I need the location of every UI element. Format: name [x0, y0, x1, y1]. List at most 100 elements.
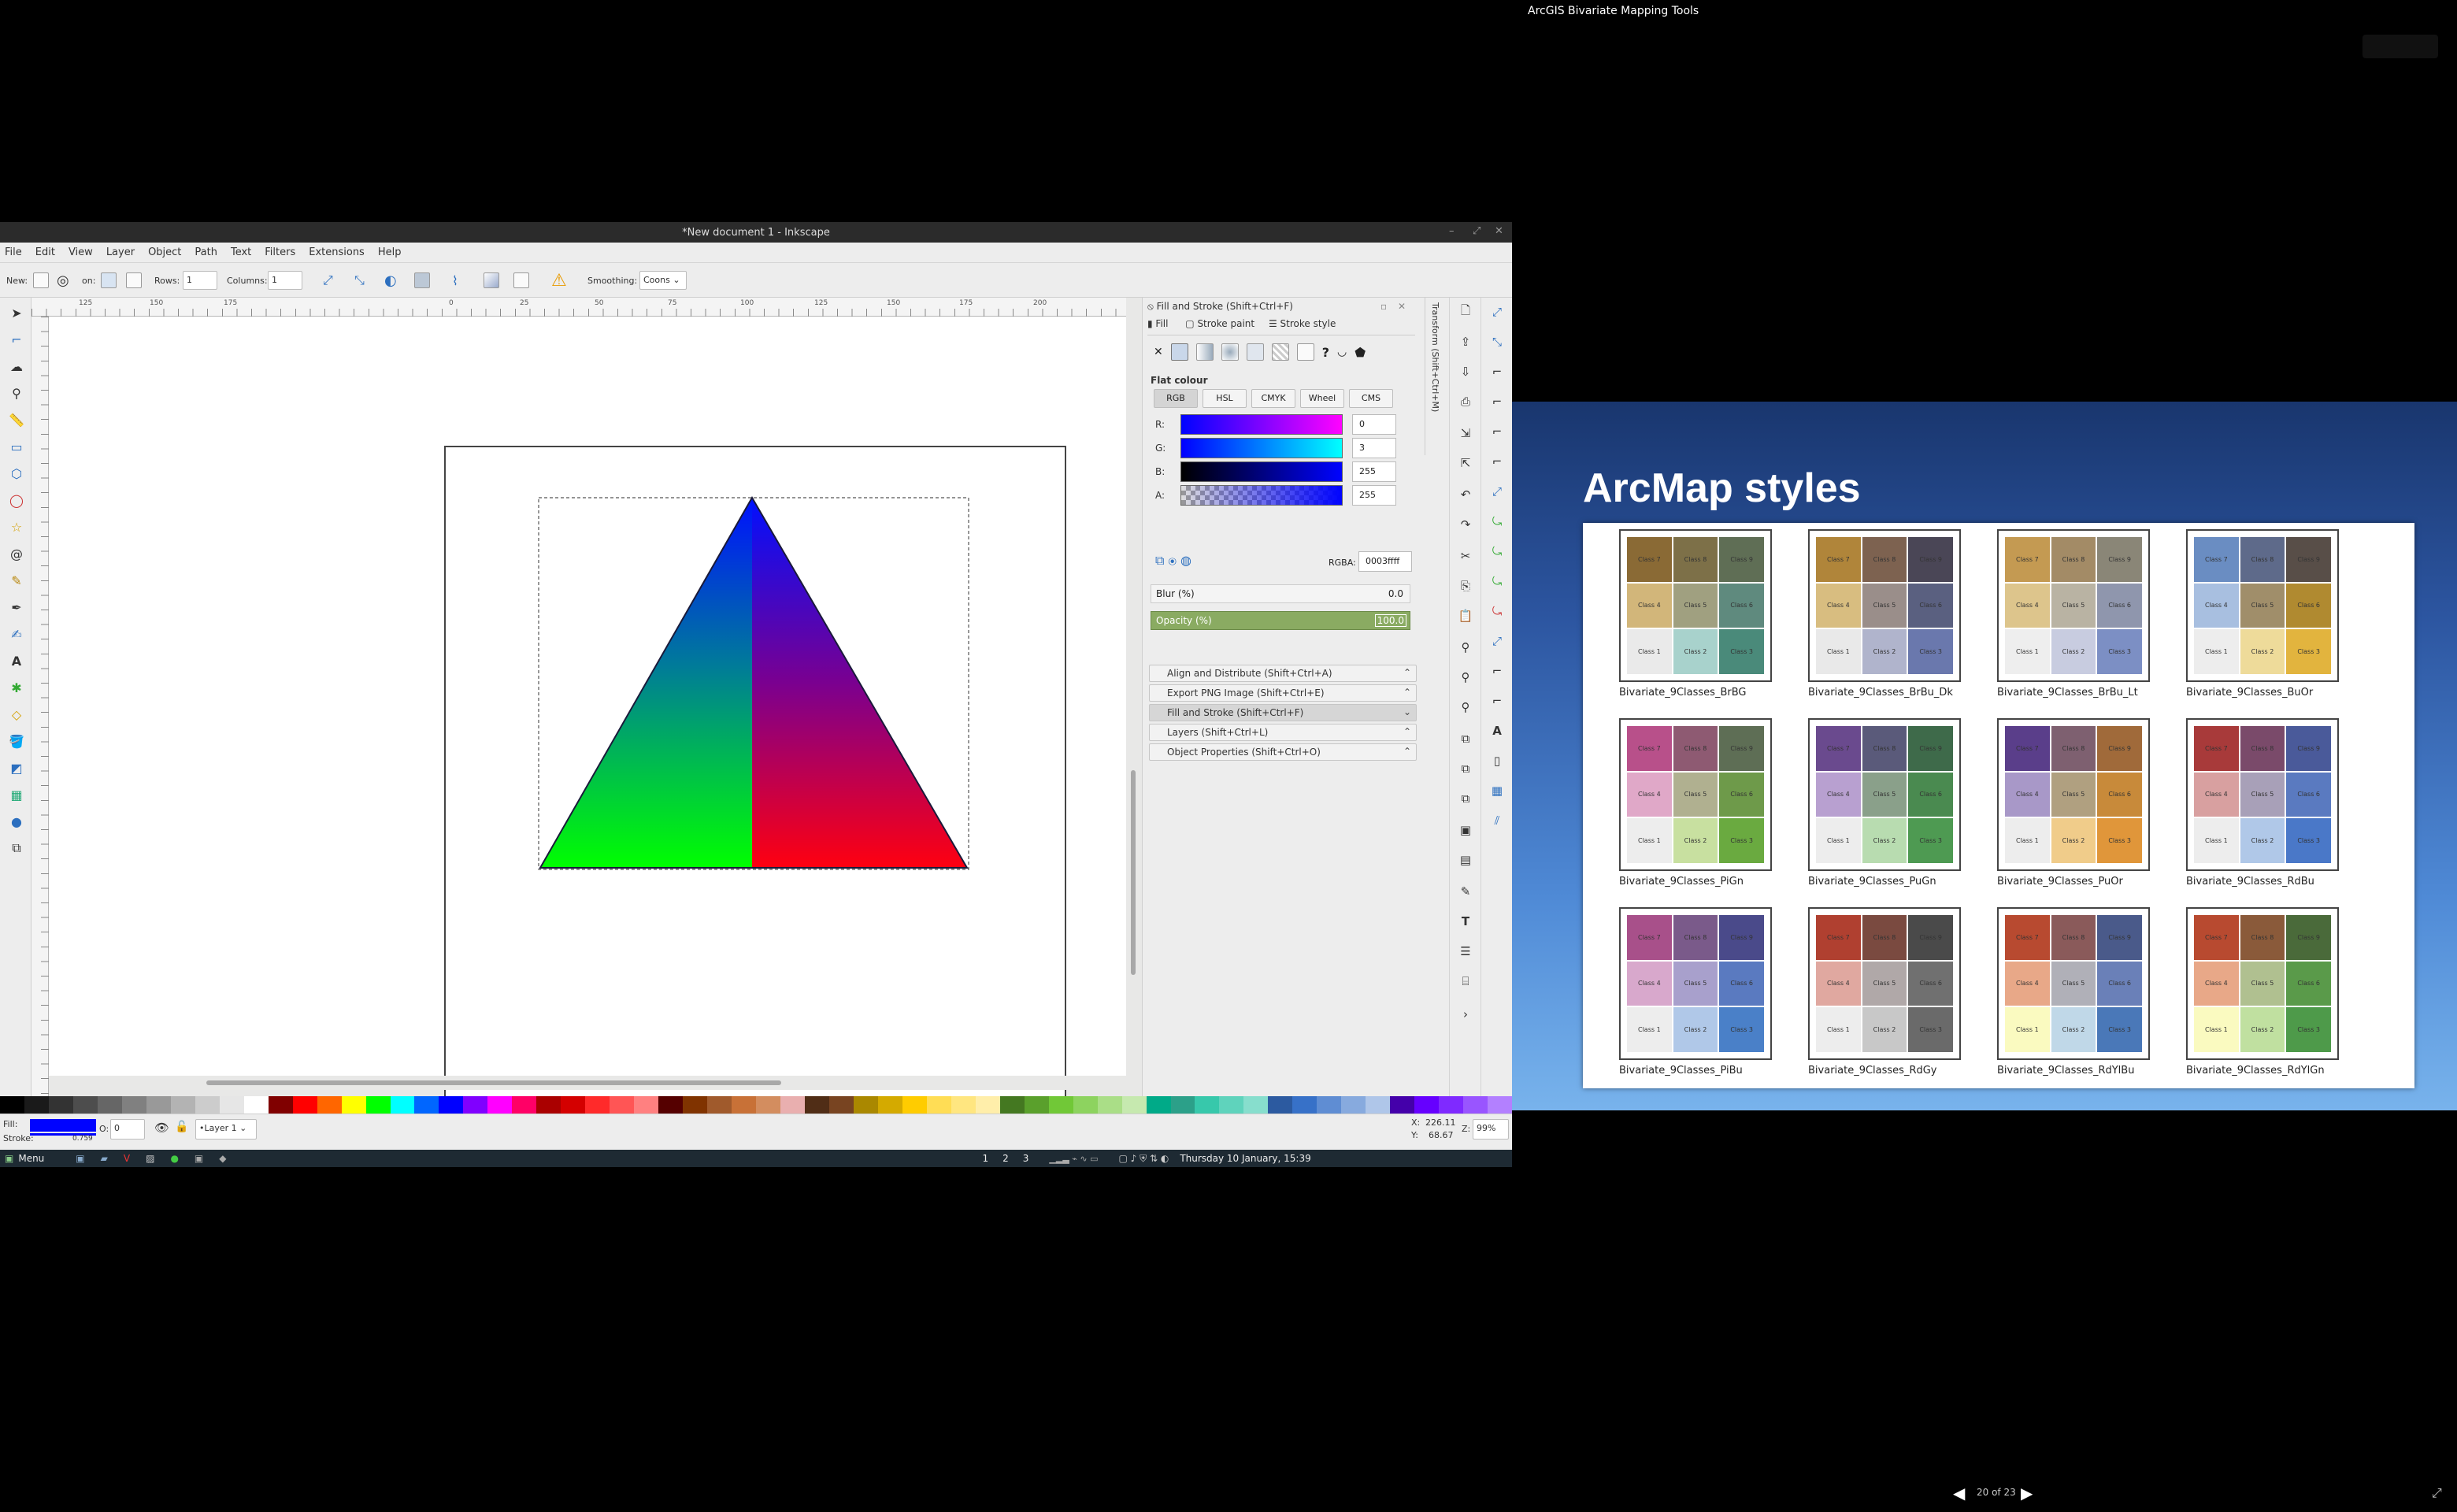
mode-rgb[interactable]: RGB [1154, 389, 1198, 408]
unset-icon[interactable]: ? [1322, 345, 1329, 360]
close-icon[interactable]: ✕ [1495, 225, 1503, 237]
palette-swatch[interactable] [341, 1096, 366, 1114]
menu-path[interactable]: Path [195, 246, 217, 258]
menu-edit[interactable]: Edit [35, 246, 55, 258]
calligraphy-tool-icon[interactable]: ✍ [8, 625, 25, 643]
pen-tool-icon[interactable]: ✒ [8, 598, 25, 616]
vertical-scrollbar[interactable] [1126, 298, 1142, 1085]
fullscreen-icon[interactable]: ⤢ [2432, 1485, 2442, 1501]
color-managed-icon[interactable]: ⧉ ⦿ ◍ [1155, 553, 1191, 569]
zoom-drawing-icon[interactable]: ⚲ [1458, 669, 1473, 685]
palette-swatch[interactable] [317, 1096, 342, 1114]
fill-rule-nonzero-icon[interactable]: ⬟ [1354, 345, 1366, 360]
palette-swatch[interactable] [975, 1096, 1000, 1114]
palette-swatch[interactable] [1073, 1096, 1098, 1114]
copy-icon[interactable]: ⎘ [1458, 578, 1473, 594]
pick-colors-icon[interactable] [484, 272, 499, 288]
cut-icon[interactable]: ✂ [1458, 548, 1473, 564]
ungroup-icon[interactable]: ▤ [1458, 852, 1473, 868]
opacity-slider[interactable]: Opacity (%) 100.0 [1151, 611, 1410, 630]
r-slider[interactable] [1180, 414, 1343, 435]
palette-swatch[interactable] [877, 1096, 902, 1114]
fill-target-button[interactable] [101, 272, 117, 288]
tab-stroke-style[interactable]: ☰ Stroke style [1269, 318, 1336, 329]
palette-swatch[interactable] [1097, 1096, 1122, 1114]
pattern-icon[interactable] [1271, 343, 1289, 361]
edit-fill-icon[interactable]: ⤢ [323, 271, 333, 290]
lock-icon[interactable]: 🔓 [175, 1121, 188, 1133]
snap-object-midpoint-icon[interactable]: ⌐ [1489, 663, 1505, 679]
panel-object-properties[interactable]: Object Properties (Shift+Ctrl+O) ⌃ [1149, 743, 1417, 761]
palette-swatch[interactable] [902, 1096, 927, 1114]
scale-mesh-icon[interactable] [513, 272, 529, 288]
palette-swatch[interactable] [585, 1096, 610, 1114]
g-slider[interactable] [1180, 438, 1343, 458]
minimize-icon[interactable]: – [1449, 225, 1455, 237]
palette-swatch[interactable] [780, 1096, 805, 1114]
rows-input[interactable]: 1 [183, 271, 217, 290]
menu-help[interactable]: Help [378, 246, 402, 258]
palette-swatch[interactable] [414, 1096, 439, 1114]
star-tool-icon[interactable]: ☆ [8, 518, 25, 536]
palette-swatch[interactable] [121, 1096, 146, 1114]
transform-side-tab[interactable]: Transform (Shift+Ctrl+M) [1425, 298, 1448, 455]
palette-swatch[interactable] [951, 1096, 976, 1114]
save-icon[interactable]: ⇩ [1458, 364, 1473, 380]
mesh-triangle[interactable] [49, 317, 1126, 1076]
panel-layers[interactable]: Layers (Shift+Ctrl+L) ⌃ [1149, 724, 1417, 741]
palette-swatch[interactable] [1317, 1096, 1342, 1114]
vivaldi-icon[interactable]: V [124, 1153, 130, 1164]
palette-swatch[interactable] [1366, 1096, 1391, 1114]
mode-cmyk[interactable]: CMYK [1251, 389, 1295, 408]
a-slider[interactable] [1180, 485, 1343, 506]
import-icon[interactable]: ⇲ [1458, 425, 1473, 441]
palette-swatch[interactable] [292, 1096, 317, 1114]
color-palette[interactable] [0, 1096, 1512, 1114]
tweak-tool-icon[interactable]: ☁ [8, 358, 25, 375]
unlink-clone-icon[interactable]: ⧉ [1458, 791, 1473, 806]
zoom-page-icon[interactable]: ⚲ [1458, 699, 1473, 715]
tray-icons[interactable]: ▢ ♪ ⛨ ⇅ ◐ [1119, 1153, 1169, 1165]
app-icon[interactable]: ● [170, 1153, 178, 1164]
snap-grid-icon[interactable]: ▦ [1489, 783, 1505, 799]
palette-swatch[interactable] [1170, 1096, 1195, 1114]
snap-bbox-icon[interactable]: ⤡ [1489, 334, 1505, 350]
layer-select[interactable]: •Layer 1 ⌄ [195, 1119, 257, 1140]
palette-swatch[interactable] [828, 1096, 854, 1114]
print-icon[interactable]: ⎙ [1458, 394, 1473, 410]
palette-swatch[interactable] [634, 1096, 659, 1114]
mesh-gradient-icon[interactable] [1246, 343, 1264, 361]
zoom-selection-icon[interactable]: ⚲ [1458, 639, 1473, 655]
connector-tool-icon[interactable]: ⧉ [8, 839, 25, 857]
zoom-tool-icon[interactable]: ⚲ [8, 384, 25, 402]
snap-midpoints-icon[interactable]: ⤢ [1489, 633, 1505, 649]
palette-swatch[interactable] [1219, 1096, 1244, 1114]
snap-nodes-icon[interactable]: ⤢ [1489, 484, 1505, 499]
a-input[interactable]: 255 [1352, 485, 1396, 506]
palette-swatch[interactable] [48, 1096, 73, 1114]
palette-swatch[interactable] [365, 1096, 391, 1114]
menu-icon[interactable]: ▣ [5, 1153, 13, 1164]
menu-extensions[interactable]: Extensions [309, 246, 365, 258]
snap-intersection-icon[interactable]: ⤿ [1489, 543, 1505, 559]
export-icon[interactable]: ⇱ [1458, 455, 1473, 471]
palette-swatch[interactable] [195, 1096, 220, 1114]
start-menu-button[interactable]: Menu [18, 1153, 44, 1164]
palette-swatch[interactable] [170, 1096, 195, 1114]
palette-swatch[interactable] [926, 1096, 951, 1114]
palette-swatch[interactable] [487, 1096, 513, 1114]
palette-swatch[interactable] [243, 1096, 269, 1114]
fill-rule-evenodd-icon[interactable]: ◡ [1337, 346, 1347, 358]
palette-swatch[interactable] [268, 1096, 293, 1114]
terminal-icon[interactable]: ▣ [76, 1153, 84, 1164]
layers-icon[interactable]: ☰ [1458, 943, 1473, 959]
paint-bucket-tool-icon[interactable]: 🪣 [8, 732, 25, 750]
more-commands-icon[interactable]: › [1458, 1006, 1473, 1022]
swatch-icon[interactable] [1296, 343, 1314, 361]
scroll-thumb[interactable] [1131, 770, 1136, 975]
panel-align-distribute[interactable]: Align and Distribute (Shift+Ctrl+A) ⌃ [1149, 665, 1417, 682]
linear-gradient-icon[interactable] [1195, 343, 1214, 361]
undo-icon[interactable]: ↶ [1458, 487, 1473, 502]
next-slide-icon[interactable]: ▶ [2021, 1484, 2033, 1503]
b-input[interactable]: 255 [1352, 461, 1396, 482]
